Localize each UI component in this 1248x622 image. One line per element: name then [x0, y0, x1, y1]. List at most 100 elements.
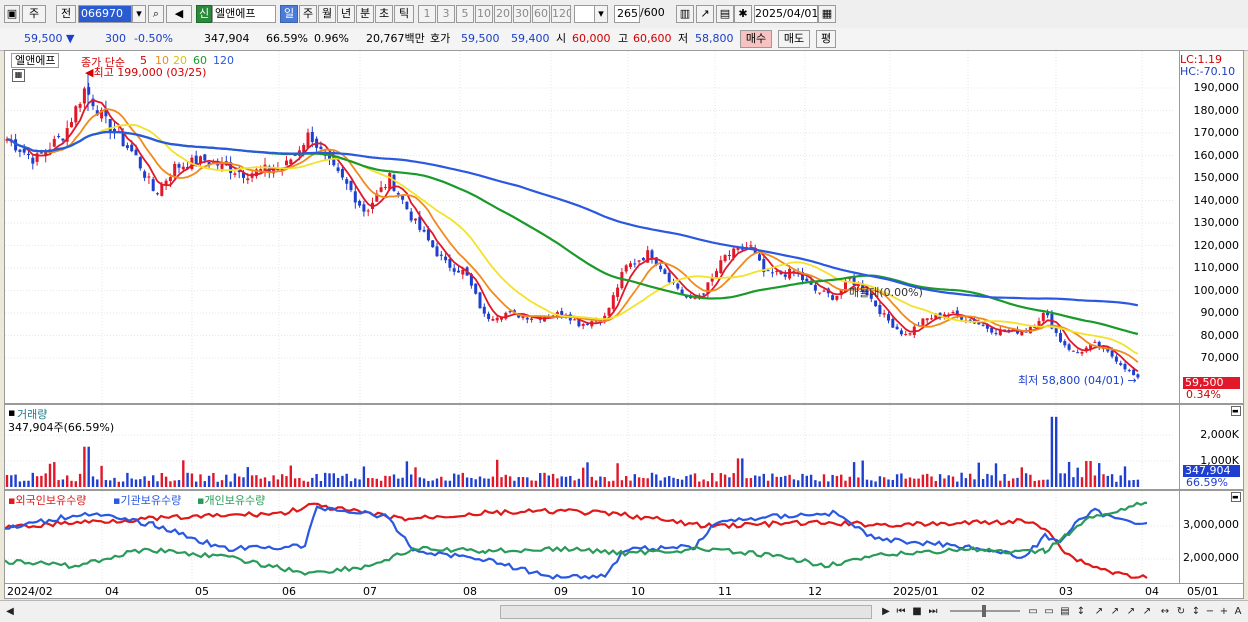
layout-icon[interactable]: ▣ [4, 5, 20, 23]
holder-panel[interactable]: ▪외국인보유수량 ▪기관보유수량 ▪개인보유수량 [4, 490, 1180, 584]
search-icon[interactable]: ⌕ [148, 5, 164, 23]
prev2-button[interactable]: 전 [56, 5, 76, 23]
speaker-icon[interactable]: ◀ [166, 5, 192, 23]
rewind-icon[interactable]: ⏮ [894, 604, 908, 619]
foreign-holding-line [5, 502, 1148, 579]
candle-body [108, 118, 112, 133]
price-tick: 140,000 [1193, 193, 1240, 207]
volume-ratio: 66.59% [266, 32, 308, 45]
candle-icon[interactable]: ▥ [676, 5, 694, 23]
interval-1[interactable]: 1 [418, 5, 436, 23]
layers-icon[interactable]: ▤ [1058, 604, 1072, 619]
evaluate-button[interactable]: 평 [816, 30, 836, 48]
candle-body [758, 254, 761, 261]
price-tick: 120,000 [1193, 238, 1240, 252]
zoom-fit-icon[interactable]: ↔ [1158, 604, 1172, 619]
volume-bar [582, 467, 585, 487]
screen2-icon[interactable]: ▭ [1042, 604, 1056, 619]
interval-10[interactable]: 10 [475, 5, 493, 23]
draw-icon[interactable]: ↗ [696, 5, 714, 23]
period-day[interactable]: 일 [280, 5, 298, 23]
x-tick: 09 [554, 585, 568, 598]
refresh-icon[interactable]: ↻ [1174, 604, 1188, 619]
volume-bar [207, 475, 211, 487]
crosshair-icon[interactable]: ↕ [1074, 604, 1088, 619]
date-input[interactable]: 2025/04/01 [754, 5, 818, 23]
volume-bar [835, 475, 839, 487]
scroll-left-icon[interactable]: ◀ [4, 604, 16, 619]
volume-bar [169, 481, 172, 487]
zoom-out-icon[interactable]: − [1204, 604, 1216, 619]
interval-20[interactable]: 20 [494, 5, 512, 23]
trend-tool-icon[interactable]: ↗ [1108, 604, 1122, 619]
candle-body [813, 284, 817, 291]
period-tick[interactable]: 틱 [394, 5, 414, 23]
volume-bar [891, 479, 894, 487]
price-chart-panel[interactable]: 엘앤에프 종가 단순 5 10 20 60 120 ▦ ◀최고 199,000 … [4, 50, 1180, 404]
interval-60[interactable]: 60 [532, 5, 550, 23]
volume-bar [715, 481, 718, 487]
candle-body [143, 171, 147, 178]
period-year[interactable]: 년 [337, 5, 355, 23]
volume-bar [680, 479, 684, 487]
scroll-thumb[interactable] [500, 605, 872, 619]
stop-icon[interactable]: ■ [910, 604, 924, 619]
volume-bar [272, 475, 275, 487]
volume-bar [367, 478, 370, 487]
save-icon[interactable]: ▤ [716, 5, 734, 23]
hc-value: HC:-70.10 [1180, 65, 1236, 78]
interval-dropdown-icon[interactable]: ▾ [594, 5, 608, 23]
period-minute[interactable]: 분 [356, 5, 374, 23]
calendar-icon[interactable]: ▦ [818, 5, 836, 23]
candle-body [650, 250, 654, 259]
stock-name-field[interactable]: 엘앤에프 [212, 5, 276, 23]
zoom-slider-handle[interactable] [982, 605, 986, 617]
volume-bar [926, 473, 929, 487]
code-dropdown-icon[interactable]: ▾ [132, 5, 146, 23]
volume-bar [689, 474, 692, 487]
volume-bar [560, 476, 563, 487]
candle-body [530, 318, 534, 321]
trade-amount: 20,767백만 [366, 32, 425, 45]
collapse-icon[interactable]: ▬ [1231, 492, 1241, 502]
sell-button[interactable]: 매도 [778, 30, 810, 48]
volume-panel[interactable]: ▪ 거래량 347,904주(66.59%) [4, 404, 1180, 490]
prev-button[interactable]: 주 [22, 5, 46, 23]
channel-tool-icon[interactable]: ↗ [1140, 604, 1154, 619]
text-size-icon[interactable]: A [1232, 604, 1244, 619]
period-week[interactable]: 주 [299, 5, 317, 23]
x-tick: 04 [105, 585, 119, 598]
candle-body [930, 318, 933, 320]
volume-bar [238, 476, 241, 487]
buy-button[interactable]: 매수 [740, 30, 772, 48]
interval-30[interactable]: 30 [513, 5, 531, 23]
last-pct-tag: 0.34% [1186, 388, 1221, 401]
table-icon[interactable]: ▦ [12, 69, 25, 82]
line-tool-icon[interactable]: ↗ [1092, 604, 1106, 619]
volume-bar [977, 462, 980, 487]
screen-icon[interactable]: ▭ [1026, 604, 1040, 619]
forward-icon[interactable]: ⏭ [926, 604, 940, 619]
collapse-icon[interactable]: ▬ [1231, 406, 1241, 416]
fib-tool-icon[interactable]: ↗ [1124, 604, 1138, 619]
candle-body [177, 164, 181, 168]
candle-body [1093, 341, 1097, 343]
period-second[interactable]: 초 [375, 5, 393, 23]
interval-5[interactable]: 5 [456, 5, 474, 23]
stock-code-input[interactable]: 066970 [78, 5, 132, 23]
zoom-in-icon[interactable]: + [1218, 604, 1230, 619]
zoom-in-v-icon[interactable]: ↕ [1190, 604, 1202, 619]
interval-120[interactable]: 120 [551, 5, 571, 23]
candle-body [491, 318, 495, 321]
gear-icon[interactable]: ✱ [734, 5, 752, 23]
candle-body [70, 122, 73, 128]
count-input[interactable]: 265 [614, 5, 640, 23]
period-month[interactable]: 월 [318, 5, 336, 23]
candle-body [951, 312, 955, 314]
interval-3[interactable]: 3 [437, 5, 455, 23]
volume-bar [53, 462, 56, 487]
volume-bar [999, 480, 1002, 487]
candle-body [1063, 341, 1067, 346]
open-label: 시 [556, 32, 567, 45]
scroll-right-icon[interactable]: ▶ [880, 604, 892, 619]
